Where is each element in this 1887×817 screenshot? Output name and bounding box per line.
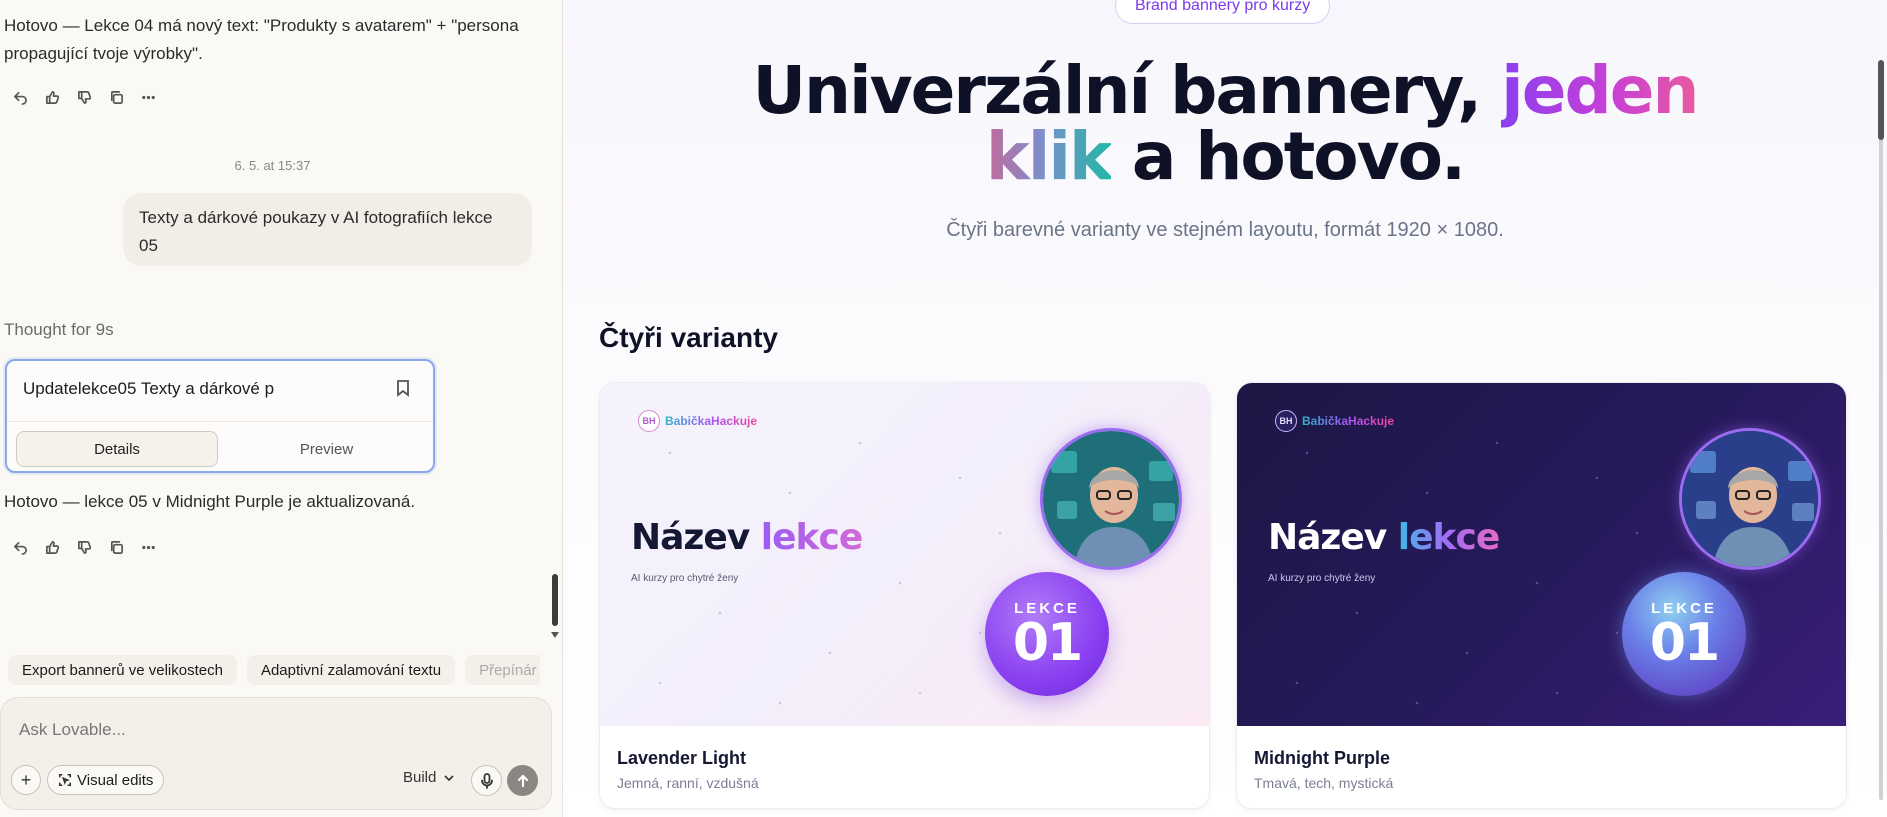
variant-name: Midnight Purple (1254, 748, 1390, 768)
brand-logo: BH BabičkaHackuje (1275, 410, 1394, 432)
variant-description: Tmavá, tech, mystická (1254, 775, 1394, 791)
lesson-tagline: AI kurzy pro chytré ženy (1268, 573, 1376, 584)
thumbs-up-icon[interactable] (42, 87, 62, 107)
more-icon[interactable] (138, 537, 158, 557)
thumbs-down-icon[interactable] (74, 87, 94, 107)
hero-accent: klik (985, 118, 1113, 195)
composer: Ask Lovable... + Visual edits Build (0, 697, 552, 810)
undo-icon[interactable] (10, 537, 30, 557)
scroll-down-arrow[interactable] (551, 632, 559, 638)
badge-number: 01 (1649, 612, 1720, 673)
chevron-down-icon (444, 774, 454, 781)
undo-icon[interactable] (10, 87, 30, 107)
message-timestamp: 6. 5. at 15:37 (234, 158, 311, 173)
lesson-title: Název lekce (1268, 517, 1500, 558)
thought-indicator[interactable]: Thought for 9s (4, 320, 114, 340)
mode-dropdown[interactable]: Build (403, 769, 454, 786)
copy-icon[interactable] (106, 87, 126, 107)
lesson-title-text: Název (1268, 517, 1398, 558)
bookmark-icon[interactable] (395, 379, 413, 399)
hero-title-line1: Univerzální bannery, jeden (563, 58, 1887, 124)
suggestion-chips: Export bannerů ve velikostech Adaptivní … (8, 655, 540, 685)
variant-card-lavender[interactable]: BH BabičkaHackuje Název lekce AI kurzy p… (599, 382, 1210, 809)
details-button[interactable]: Details (16, 431, 218, 467)
lesson-title-accent: lekce (760, 517, 863, 558)
chat-scrollbar[interactable] (552, 574, 558, 626)
visual-edits-label: Visual edits (77, 771, 154, 789)
mode-label: Build (403, 769, 437, 786)
category-pill: Brand bannery pro kurzy (1115, 0, 1331, 24)
brand-name: BabičkaHackuje (1302, 414, 1395, 428)
hero-title-line2: klik a hotovo. (563, 124, 1887, 190)
preview-button[interactable]: Preview (226, 431, 427, 467)
send-arrow-icon[interactable] (507, 765, 538, 796)
lesson-tagline: AI kurzy pro chytré ženy (631, 573, 739, 584)
suggestion-chip[interactable]: Export bannerů ve velikostech (8, 655, 237, 685)
edit-card-title: Updatelekce05 Texty a dárkové p (23, 379, 275, 398)
lesson-title-text: Název (631, 517, 761, 558)
preview-scrollbar-track[interactable] (1879, 60, 1883, 800)
lesson-title-accent: lekce (1397, 517, 1500, 558)
variant-info: Lavender Light Jemná, ranní, vzdušná (600, 726, 1209, 808)
preview-scrollbar-thumb[interactable] (1878, 60, 1884, 140)
variant-info: Midnight Purple Tmavá, tech, mystická (1237, 726, 1846, 808)
plus-icon[interactable]: + (11, 765, 41, 795)
thumbs-up-icon[interactable] (42, 537, 62, 557)
brand-name: BabičkaHackuje (665, 414, 758, 428)
hero-accent: jeden (1501, 52, 1699, 129)
copy-icon[interactable] (106, 537, 126, 557)
mic-icon[interactable] (471, 765, 502, 796)
variant-description: Jemná, ranní, vzdušná (617, 775, 759, 791)
more-icon[interactable] (138, 87, 158, 107)
message-actions (10, 537, 158, 557)
variant-card-midnight[interactable]: BH BabičkaHackuje Název lekce AI kurzy p… (1236, 382, 1847, 809)
section-title: Čtyři varianty (599, 322, 778, 353)
user-message-line: Texty a dárkové poukazy v AI fotografiíc… (139, 208, 493, 227)
suggestion-chip[interactable]: Adaptivní zalamování textu (246, 655, 456, 685)
assistant-message-line: propagující tvoje výrobky". (4, 44, 203, 63)
lesson-badge: LEKCE 01 (985, 572, 1109, 696)
visual-edits-button[interactable]: Visual edits (47, 765, 165, 795)
chat-panel: Hotovo — Lekce 04 má nový text: "Produkt… (0, 0, 563, 817)
user-message: Texty a dárkové poukazy v AI fotografiíc… (123, 193, 532, 266)
visual-edits-icon (58, 773, 72, 787)
suggestion-chip[interactable]: Přepínár (465, 655, 540, 685)
assistant-message: Hotovo — Lekce 04 má nový text: "Produkt… (4, 12, 519, 68)
lesson-badge: LEKCE 01 (1622, 572, 1746, 696)
edit-card[interactable]: Updatelekce05 Texty a dárkové p Details … (5, 359, 435, 473)
assistant-message-line: Hotovo — Lekce 04 má nový text: "Produkt… (4, 16, 519, 35)
brand-logo-icon: BH (638, 410, 660, 432)
divider (7, 421, 433, 422)
chat-input[interactable]: Ask Lovable... (19, 720, 126, 740)
avatar (1679, 428, 1821, 570)
user-message-line: 05 (139, 236, 158, 255)
lesson-title: Název lekce (631, 517, 863, 558)
variant-name: Lavender Light (617, 748, 747, 768)
app-preview: Brand bannery pro kurzy Univerzální bann… (563, 0, 1887, 817)
badge-number: 01 (1012, 612, 1083, 673)
hero-subtitle: Čtyři barevné varianty ve stejném layout… (946, 219, 1504, 241)
brand-logo: BH BabičkaHackuje (638, 410, 757, 432)
thumbs-down-icon[interactable] (74, 537, 94, 557)
message-actions (10, 87, 158, 107)
brand-logo-icon: BH (1275, 410, 1297, 432)
banner-preview: BH BabičkaHackuje Název lekce AI kurzy p… (600, 383, 1209, 726)
hero-text: a hotovo. (1110, 118, 1466, 195)
banner-preview: BH BabičkaHackuje Název lekce AI kurzy p… (1237, 383, 1846, 726)
assistant-result-message: Hotovo — lekce 05 v Midnight Purple je a… (4, 492, 416, 511)
avatar (1040, 428, 1182, 570)
